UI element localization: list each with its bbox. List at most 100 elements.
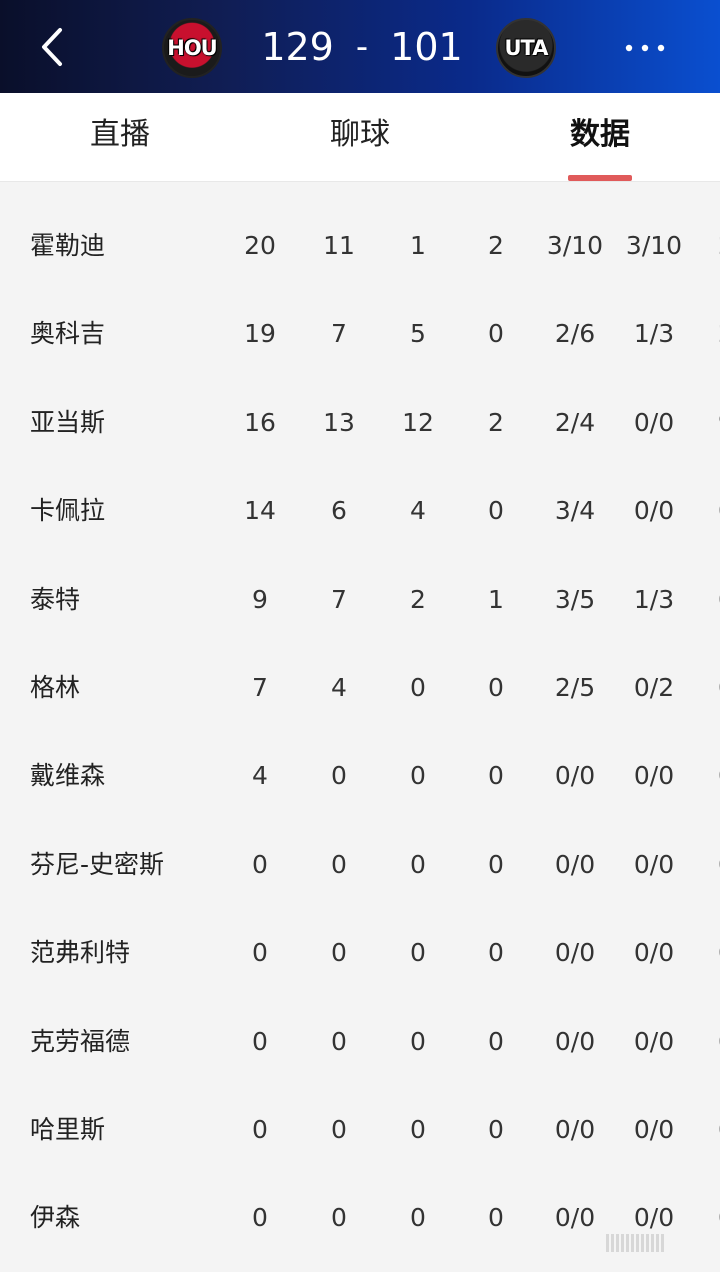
stat-cell: 9 [252,584,268,614]
stat-cell: 0 [331,761,347,791]
more-button[interactable] [620,30,670,66]
stat-cell: 0/0 [633,1026,675,1056]
stat-cell: 7 [331,584,347,614]
player-name[interactable]: 亚当斯 [30,379,105,467]
stat-cell: 0 [686,467,720,555]
player-row[interactable]: 奥科吉 19 7 5 0 2/6 1/3 2 [0,290,720,378]
back-button[interactable] [34,24,74,70]
stat-cell: 0 [686,644,720,732]
stat-cell: 0 [410,1203,426,1233]
player-row[interactable]: 戴维森 4 0 0 0 0/0 0/0 0 [0,732,720,820]
player-name[interactable]: 霍勒迪 [30,202,105,290]
stat-cell: 0/0 [554,938,596,968]
tabs-divider [0,181,720,182]
stat-cell: 14 [244,496,276,526]
player-row[interactable]: 泰特 9 7 2 1 3/5 1/3 0 [0,556,720,644]
player-name[interactable]: 芬尼-史密斯 [30,821,164,909]
score-separator: - [355,27,369,67]
stat-cell: 0 [488,319,504,349]
stat-cell: 1/3 [633,584,675,614]
tab-live[interactable]: 直播 [50,113,190,157]
player-row[interactable]: 哈里斯 0 0 0 0 0/0 0/0 0 [0,1086,720,1174]
player-row[interactable]: 范弗利特 0 0 0 0 0/0 0/0 0 [0,909,720,997]
stat-cell: 0/0 [554,1026,596,1056]
stat-cell: 0/0 [633,938,675,968]
stat-cell: 9 [686,379,720,467]
stat-cell: 0/0 [633,407,675,437]
player-name[interactable]: 克劳福德 [30,998,130,1086]
stat-cell: 1/3 [633,319,675,349]
stat-cell: 0/0 [554,761,596,791]
stat-cell: 0 [488,761,504,791]
stat-cell: 0 [410,938,426,968]
stat-cell: 1 [488,584,504,614]
player-name[interactable]: 哈里斯 [30,1086,105,1174]
stat-cell: 0 [252,849,268,879]
stat-cell: 2 [488,231,504,260]
stat-cell: 0 [488,938,504,968]
stat-cell: 0/0 [633,1114,675,1144]
player-name[interactable]: 泰特 [30,556,80,644]
player-name[interactable]: 戴维森 [30,732,105,820]
stat-cell: 0 [410,1026,426,1056]
stat-cell: 3/10 [625,231,683,260]
stat-cell: 7 [331,319,347,349]
player-row[interactable]: 卡佩拉 14 6 4 0 3/4 0/0 0 [0,467,720,555]
player-stats-table[interactable]: 霍勒迪2011123/103/102奥科吉197502/61/32亚当斯1613… [0,202,720,1272]
stat-cell: 0 [331,849,347,879]
tab-chat[interactable]: 聊球 [290,113,430,157]
stat-cell: 0/0 [554,1203,596,1233]
player-name[interactable]: 奥科吉 [30,290,105,378]
away-team-abbr: UTA [504,36,549,60]
player-row[interactable]: 霍勒迪2011123/103/102 [0,202,720,290]
tab-data[interactable]: 数据 [530,113,670,157]
stat-cell: 0 [686,909,720,997]
stat-cell: 0 [686,1086,720,1174]
home-team-abbr: HOU [167,36,217,60]
player-row[interactable]: 芬尼-史密斯 0 0 0 0 0/0 0/0 0 [0,821,720,909]
top-bar: HOU 129 - 101 UTA [0,0,720,93]
stat-cell: 2 [410,584,426,614]
stat-cell: 4 [331,672,347,702]
stat-cell: 0 [331,1203,347,1233]
player-name[interactable]: 范弗利特 [30,909,130,997]
stat-cell: 13 [323,407,355,437]
stat-cell: 6 [331,496,347,526]
stat-cell: 0 [410,1114,426,1144]
stat-cell: 0/0 [633,761,675,791]
stat-cell: 0/2 [633,672,675,702]
stat-cell: 0 [488,849,504,879]
stat-cell: 0 [686,998,720,1086]
player-name[interactable]: 伊森 [30,1174,80,1262]
away-team-logo[interactable]: UTA [496,18,556,78]
stat-cell: 5 [410,319,426,349]
stat-cell: 11 [323,231,355,260]
stat-cell: 0 [488,672,504,702]
player-row[interactable]: 亚当斯 16 13 12 2 2/4 0/0 9 [0,379,720,467]
stat-cell: 3/4 [554,496,596,526]
stat-cell: 0/0 [633,849,675,879]
stat-cell: 0 [686,821,720,909]
stat-cell: 2 [686,202,720,290]
stat-cell: 0/0 [554,849,596,879]
stat-cell: 0 [331,1114,347,1144]
watermark [606,1234,706,1256]
stat-cell: 0/0 [554,1114,596,1144]
stat-cell: 2/4 [554,407,596,437]
more-dots-icon [625,44,665,52]
player-row[interactable]: 克劳福德 0 0 0 0 0/0 0/0 0 [0,998,720,1086]
player-name[interactable]: 格林 [30,644,80,732]
stat-cell: 0 [410,672,426,702]
stat-cell: 2 [686,290,720,378]
stat-cell: 4 [252,761,268,791]
home-team-logo[interactable]: HOU [162,18,222,78]
stat-cell: 1 [410,231,426,260]
stat-cell: 0 [686,732,720,820]
stat-cell: 0 [488,496,504,526]
player-name[interactable]: 卡佩拉 [30,467,105,555]
stat-cell: 7 [252,672,268,702]
tab-bar: 直播 聊球 数据 [0,93,720,181]
stat-cell: 0 [252,938,268,968]
home-score: 129 [261,25,334,69]
player-row[interactable]: 格林 7 4 0 0 2/5 0/2 0 [0,644,720,732]
